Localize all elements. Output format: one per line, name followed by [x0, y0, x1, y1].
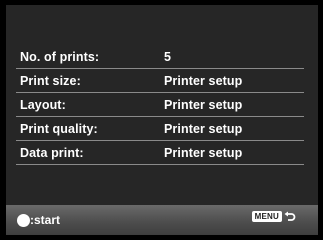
setting-value: 5 [164, 49, 172, 64]
setting-label: Data print: [20, 145, 84, 160]
setting-label: No. of prints: [20, 49, 100, 64]
button-guide-bar: :start MENU [6, 205, 318, 235]
setting-value: Printer setup [164, 145, 243, 160]
setting-value: Printer setup [164, 97, 243, 112]
controller-center-button-icon [17, 213, 30, 227]
return-arrow-icon [284, 210, 296, 222]
print-settings-list: No. of prints: 5 Print size: Printer set… [16, 45, 304, 165]
setting-row-print-size[interactable]: Print size: Printer setup [16, 69, 304, 93]
setting-label: Print size: [20, 73, 81, 88]
camera-lcd-screen: No. of prints: 5 Print size: Printer set… [0, 0, 323, 240]
setting-value: Printer setup [164, 121, 243, 136]
start-hint[interactable]: :start [17, 213, 60, 227]
menu-key-icon: MENU [251, 210, 282, 222]
back-hint[interactable]: MENU [251, 210, 296, 222]
setting-label: Print quality: [20, 121, 98, 136]
setting-label: Layout: [20, 97, 66, 112]
start-label: :start [30, 213, 61, 227]
setting-row-data-print[interactable]: Data print: Printer setup [16, 141, 304, 165]
setting-row-print-quality[interactable]: Print quality: Printer setup [16, 117, 304, 141]
setting-row-number-of-prints[interactable]: No. of prints: 5 [16, 45, 304, 69]
setting-value: Printer setup [164, 73, 243, 88]
setting-row-layout[interactable]: Layout: Printer setup [16, 93, 304, 117]
